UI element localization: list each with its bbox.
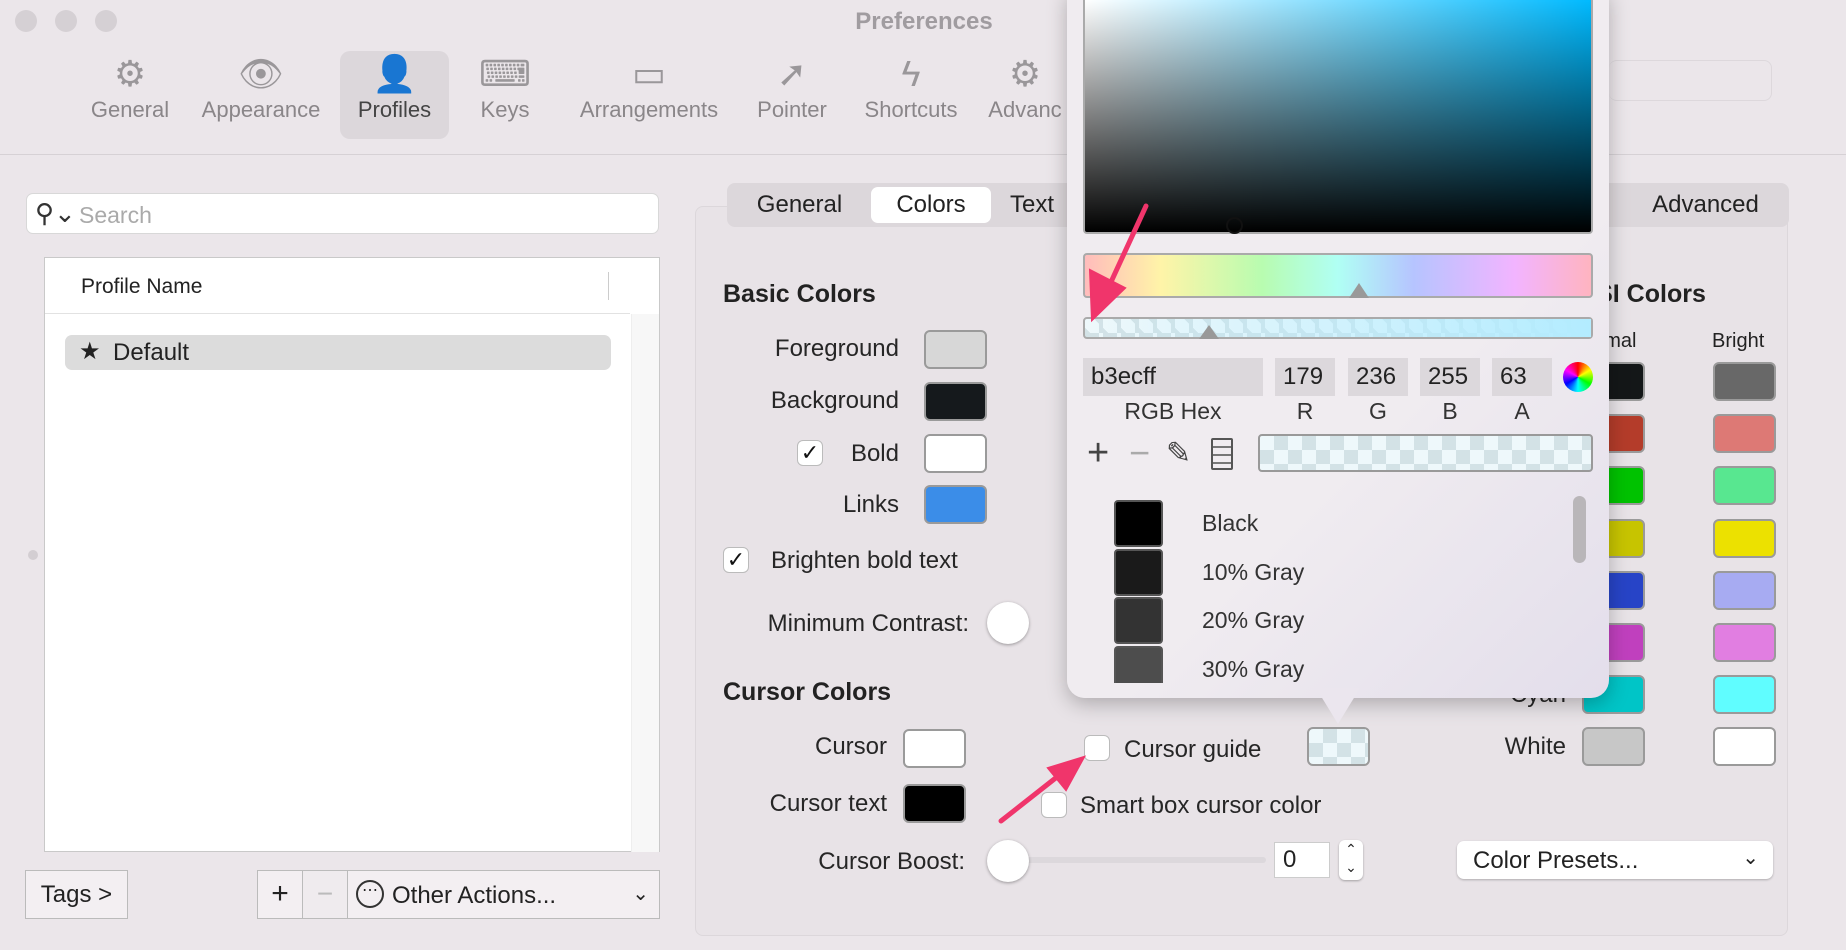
annotation-arrow-cursor-guide <box>998 755 1087 824</box>
annotation-arrows <box>998 203 1149 824</box>
annotation-arrow-alpha <box>1088 203 1149 323</box>
